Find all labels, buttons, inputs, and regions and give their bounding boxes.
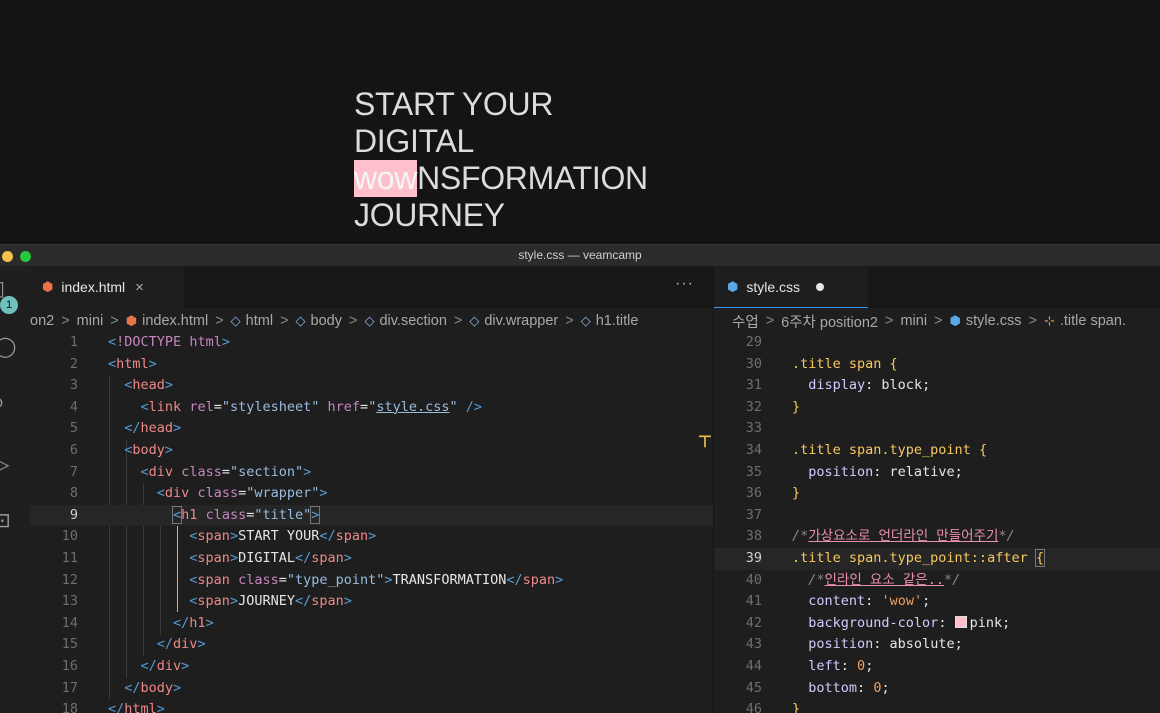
code-line: 6 <body> bbox=[69, 441, 174, 458]
code-line: 1 <!DOCTYPE html> bbox=[69, 334, 230, 350]
tab-index-html[interactable]: ⬢ index.html × bbox=[30, 266, 184, 308]
code-line-current: 39 .title span.type_point::after { bbox=[714, 547, 1160, 570]
source-control-icon[interactable]: ϕ bbox=[0, 394, 3, 412]
tab-label: index.html bbox=[61, 279, 126, 295]
code-line: 16 </div> bbox=[61, 657, 190, 674]
tab-bar-right: ⬢ style.css bbox=[714, 266, 1160, 308]
editor-pane-index: ⬢ index.html × ··· on2 > mini > ⬢ index.htm… bbox=[30, 266, 713, 713]
code-line: 5 </head> bbox=[69, 420, 182, 437]
code-line: 13 <span>JOURNEY</span> bbox=[61, 593, 352, 610]
selector-icon: ⊹ bbox=[1043, 313, 1055, 328]
search-icon[interactable]: ◯ bbox=[0, 334, 16, 359]
code-line: 45 bottom: 0; bbox=[745, 679, 890, 696]
css-file-icon: ⬢ bbox=[949, 313, 961, 328]
code-line: 36} bbox=[745, 485, 801, 502]
after-pseudo-element: wow bbox=[354, 160, 418, 197]
breadcrumb-item[interactable]: html bbox=[246, 313, 273, 329]
breadcrumb: 수업 > 6주차 position2 > mini > ⬢ style.css > ⊹ .t… bbox=[732, 310, 1160, 332]
code-line: 32} bbox=[745, 398, 801, 415]
browser-preview: START YOUR DIGITAL TRANSFORMATION wow JOU… bbox=[0, 0, 1160, 244]
code-line: 11 <span>DIGITAL</span> bbox=[61, 549, 352, 566]
element-icon: ◇ bbox=[295, 313, 306, 328]
tab-style-css[interactable]: ⬢ style.css bbox=[714, 266, 868, 308]
element-icon: ◇ bbox=[580, 313, 591, 328]
window-titlebar: style.css — veamcamp bbox=[0, 244, 1160, 267]
code-line: 7 <div class="section"> bbox=[69, 463, 312, 480]
color-swatch[interactable] bbox=[954, 615, 967, 628]
code-line: 30 .title span { bbox=[745, 355, 898, 372]
breadcrumb-item[interactable]: div.section bbox=[379, 313, 446, 329]
code-line: 15 </div> bbox=[61, 636, 206, 653]
code-line: 12 <span class="type_point">TRANSFORMATI… bbox=[61, 571, 564, 588]
code-editor-html[interactable]: 1 <!DOCTYPE html> 2 <html> 3 <head> 4 <lin… bbox=[30, 332, 713, 713]
element-icon: ◇ bbox=[469, 313, 480, 328]
more-actions-icon[interactable]: ··· bbox=[675, 275, 694, 293]
code-line: 17 </body> bbox=[61, 679, 182, 696]
code-line: 3 <head> bbox=[69, 377, 174, 394]
code-line: 8 <div class="wrapper"> bbox=[69, 485, 328, 502]
code-editor-css[interactable]: 29 30 .title span { 31 display: block; 32… bbox=[714, 332, 1160, 713]
code-line: 38/*가상요소로 언더라인 만들어주기*/ bbox=[745, 528, 1015, 545]
preview-line-1: START YOUR bbox=[354, 86, 554, 122]
tab-bar-left: ⬢ index.html × ··· bbox=[30, 266, 713, 308]
code-line: 14 </h1> bbox=[61, 614, 214, 631]
run-debug-icon[interactable]: ▷ bbox=[0, 452, 9, 477]
extensions-icon[interactable]: ⊡ bbox=[0, 508, 11, 533]
breadcrumb-item[interactable]: mini bbox=[900, 313, 927, 329]
element-icon: ◇ bbox=[230, 313, 241, 328]
code-line: 35 position: relative; bbox=[745, 463, 963, 480]
code-line: 18 </html> bbox=[61, 701, 165, 713]
preview-line-2: DIGITAL bbox=[354, 123, 474, 159]
preview-line-4: JOURNEY bbox=[354, 197, 505, 233]
html-file-icon: ⬢ bbox=[42, 279, 54, 294]
code-line: 42 background-color: pink; bbox=[745, 614, 1011, 631]
breadcrumb-item[interactable]: mini bbox=[77, 313, 104, 329]
editor-pane-style: ⬢ style.css 수업 > 6주차 position2 > mini > ⬢ st… bbox=[714, 266, 1160, 713]
activity-bar: ▯ ◯ ϕ ▷ ⊡ bbox=[0, 266, 31, 713]
code-line-current: 9 <h1 class="title"> bbox=[30, 504, 713, 527]
code-line: 37 bbox=[745, 506, 762, 523]
breadcrumb-item[interactable]: div.wrapper bbox=[484, 313, 558, 329]
html-file-icon: ⬢ bbox=[125, 313, 138, 328]
code-line: 43 position: absolute; bbox=[745, 636, 963, 653]
element-icon: ◇ bbox=[364, 313, 375, 328]
code-line: 33 bbox=[745, 420, 762, 437]
code-line: 2 <html> bbox=[69, 355, 157, 372]
breadcrumb-item[interactable]: 수업 bbox=[732, 311, 759, 332]
code-line: 44 left: 0; bbox=[745, 657, 874, 674]
code-line: 29 bbox=[745, 334, 762, 350]
tab-label: style.css bbox=[746, 279, 801, 295]
breadcrumb-item[interactable]: style.css bbox=[966, 313, 1022, 329]
code-line: 46} bbox=[745, 701, 801, 713]
unsaved-dot-icon[interactable] bbox=[816, 283, 825, 291]
code-line: 4 <link rel="stylesheet" href="style.css… bbox=[69, 398, 483, 415]
window-title: style.css — veamcamp bbox=[518, 248, 642, 262]
breadcrumb-item[interactable]: 6주차 position2 bbox=[781, 311, 878, 332]
css-file-icon: ⬢ bbox=[727, 279, 739, 294]
breadcrumb-item[interactable]: index.html bbox=[142, 313, 208, 329]
preview-line-3: TRANSFORMATION wow bbox=[354, 160, 648, 197]
code-line: 34 .title span.type_point { bbox=[745, 441, 988, 458]
code-line: 41 content: 'wow'; bbox=[745, 593, 931, 610]
breadcrumb-item[interactable]: .title span. bbox=[1060, 313, 1126, 329]
breadcrumb: on2 > mini > ⬢ index.html > ◇ html > ◇ body > ◇ d… bbox=[30, 313, 639, 329]
code-line: 40 /*인라인 요소 같은..*/ bbox=[745, 571, 961, 588]
breadcrumb-item[interactable]: h1.title bbox=[596, 313, 639, 329]
close-icon[interactable]: × bbox=[135, 279, 144, 296]
notification-badge: 1 bbox=[0, 296, 18, 314]
breadcrumb-item[interactable]: on2 bbox=[30, 313, 54, 329]
code-line: 31 display: block; bbox=[745, 377, 931, 394]
text-cursor-icon: ⊤ bbox=[698, 434, 712, 451]
preview-title: START YOUR DIGITAL TRANSFORMATION wow JOU… bbox=[354, 86, 648, 234]
code-line: 10 <span>START YOUR</span> bbox=[61, 528, 377, 545]
breadcrumb-item[interactable]: body bbox=[311, 313, 342, 329]
